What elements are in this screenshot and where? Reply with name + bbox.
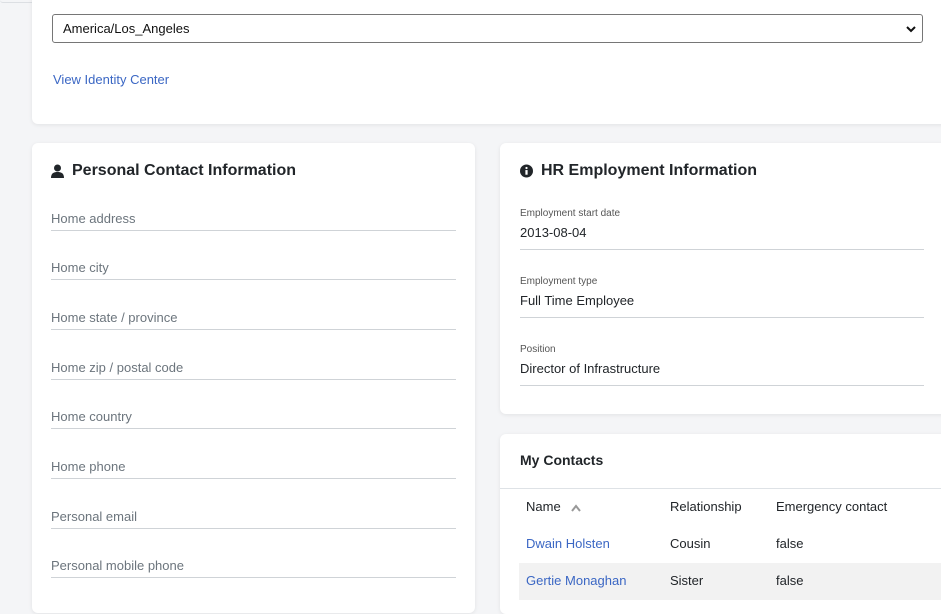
info-circle-icon xyxy=(520,164,533,178)
personal-email-field[interactable]: Personal email xyxy=(51,509,456,529)
contact-emergency: false xyxy=(776,536,804,551)
field-placeholder: Home city xyxy=(51,260,109,275)
personal-mobile-field[interactable]: Personal mobile phone xyxy=(51,558,456,578)
field-placeholder: Personal email xyxy=(51,509,137,524)
column-header-label: Name xyxy=(526,499,561,514)
table-row: Gertie Monaghan Sister false xyxy=(519,563,941,600)
hr-field-value: 2013-08-04 xyxy=(520,225,587,240)
divider xyxy=(500,488,941,489)
home-country-field[interactable]: Home country xyxy=(51,409,456,429)
home-phone-field[interactable]: Home phone xyxy=(51,459,456,479)
contact-name-link[interactable]: Dwain Holsten xyxy=(526,536,610,551)
employment-type: Employment type Full Time Employee xyxy=(520,276,924,318)
contact-name-link[interactable]: Gertie Monaghan xyxy=(526,573,626,588)
contact-relationship: Sister xyxy=(670,573,704,588)
column-header-emergency[interactable]: Emergency contact xyxy=(776,499,887,514)
hr-field-value: Director of Infrastructure xyxy=(520,361,661,376)
hr-field-label: Position xyxy=(520,344,556,355)
home-city-field[interactable]: Home city xyxy=(51,260,456,280)
column-header-name[interactable]: Name xyxy=(526,499,582,514)
timezone-select-value: America/Los_Angeles xyxy=(63,21,190,36)
hr-field-value: Full Time Employee xyxy=(520,293,635,308)
personal-contact-title: Personal Contact Information xyxy=(51,162,296,180)
field-placeholder: Personal mobile phone xyxy=(51,558,184,573)
chevron-up-icon xyxy=(571,503,582,512)
personal-contact-title-text: Personal Contact Information xyxy=(72,162,297,179)
hr-employment-title: HR Employment Information xyxy=(520,162,757,180)
field-placeholder: Home zip / postal code xyxy=(51,360,184,375)
view-identity-center-link[interactable]: View Identity Center xyxy=(53,72,169,87)
hr-employment-title-text: HR Employment Information xyxy=(541,162,758,179)
field-placeholder: Home address xyxy=(51,211,136,226)
user-icon xyxy=(51,164,64,178)
hr-field-label: Employment type xyxy=(520,276,598,287)
column-header-label: Relationship xyxy=(670,499,742,514)
table-row: Dwain Holsten Cousin false xyxy=(519,526,941,563)
timezone-select[interactable]: America/Los_Angeles xyxy=(52,14,923,43)
my-contacts-title: My Contacts xyxy=(520,452,604,468)
home-address-field[interactable]: Home address xyxy=(51,211,456,231)
column-header-label: Emergency contact xyxy=(776,499,888,514)
field-placeholder: Home country xyxy=(51,409,132,424)
column-header-relationship[interactable]: Relationship xyxy=(670,499,742,514)
field-placeholder: Home phone xyxy=(51,459,126,474)
home-zip-field[interactable]: Home zip / postal code xyxy=(51,360,456,380)
contact-emergency: false xyxy=(776,573,804,588)
hr-field-label: Employment start date xyxy=(520,208,621,219)
position: Position Director of Infrastructure xyxy=(520,344,924,386)
employment-start-date: Employment start date 2013-08-04 xyxy=(520,208,924,250)
contact-relationship: Cousin xyxy=(670,536,711,551)
home-state-field[interactable]: Home state / province xyxy=(51,310,456,330)
field-placeholder: Home state / province xyxy=(51,310,178,325)
chevron-down-icon xyxy=(906,26,916,33)
